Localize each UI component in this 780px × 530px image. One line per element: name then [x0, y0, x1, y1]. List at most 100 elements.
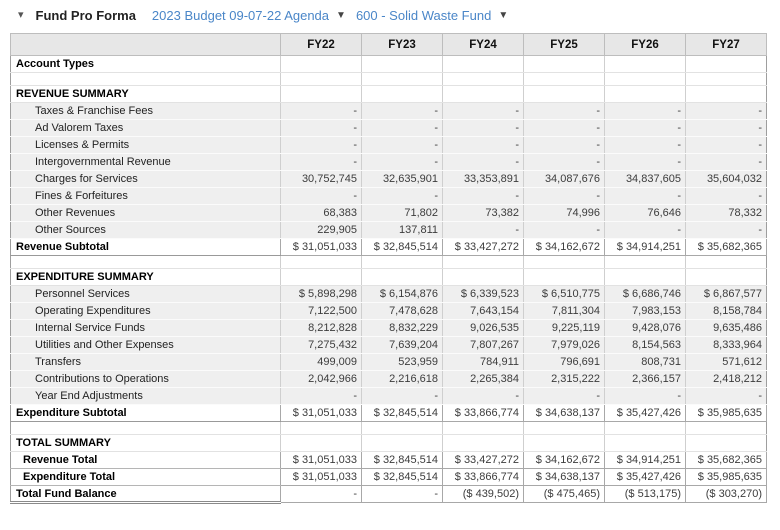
budget-version-dropdown-label: 2023 Budget 09-07-22 Agenda	[151, 8, 330, 23]
cell-fy25: -	[523, 187, 605, 205]
cell-fy23: 8,832,229	[361, 319, 443, 337]
cell-fy22: 7,122,500	[280, 302, 362, 320]
table-row: EXPENDITURE SUMMARY	[10, 268, 767, 286]
cell-fy27: -	[685, 187, 767, 205]
cell-fy26	[604, 268, 686, 286]
cell-fy27: 8,333,964	[685, 336, 767, 354]
table-row: Ad Valorem Taxes - - - - - -	[10, 119, 767, 137]
cell-fy25: ($ 475,465)	[523, 485, 605, 503]
cell-fy27	[685, 421, 767, 435]
cell-fy22: $ 31,051,033	[280, 451, 362, 469]
cell-fy26: -	[604, 136, 686, 154]
cell-fy27	[685, 255, 767, 269]
cell-fy24: -	[442, 387, 524, 405]
cell-fy24: -	[442, 119, 524, 137]
cell-fy25: -	[523, 102, 605, 120]
row-label: Contributions to Operations	[10, 370, 281, 388]
cell-fy24	[442, 421, 524, 435]
cell-fy24: -	[442, 187, 524, 205]
cell-fy22	[280, 255, 362, 269]
cell-fy25: $ 6,510,775	[523, 285, 605, 303]
cell-fy23: 2,216,618	[361, 370, 443, 388]
table-row: Licenses & Permits - - - - - -	[10, 136, 767, 154]
row-label: Expenditure Subtotal	[10, 404, 281, 422]
cell-fy26: $ 34,914,251	[604, 238, 686, 256]
cell-fy22: -	[280, 136, 362, 154]
row-label: Other Revenues	[10, 204, 281, 222]
fund-dropdown[interactable]: 600 - Solid Waste Fund ▼	[356, 8, 508, 23]
budget-version-dropdown[interactable]: 2023 Budget 09-07-22 Agenda ▼	[152, 8, 346, 23]
cell-fy23: -	[361, 119, 443, 137]
col-header-fy26: FY26	[604, 33, 686, 56]
row-label: Taxes & Franchise Fees	[10, 102, 281, 120]
cell-fy27: 8,158,784	[685, 302, 767, 320]
cell-fy26: -	[604, 102, 686, 120]
cell-fy24	[442, 72, 524, 86]
cell-fy27: $ 6,867,577	[685, 285, 767, 303]
row-label: REVENUE SUMMARY	[10, 85, 281, 103]
table-row	[10, 255, 767, 269]
table-row	[10, 72, 767, 86]
cell-fy27: -	[685, 387, 767, 405]
cell-fy23: -	[361, 102, 443, 120]
pro-forma-table-wrap: FY22 FY23 FY24 FY25 FY26 FY27 Account Types RE…	[0, 31, 780, 504]
cell-fy24	[442, 434, 524, 452]
table-row	[10, 421, 767, 435]
fund-dropdown-label: 600 - Solid Waste Fund	[355, 8, 492, 23]
cell-fy24	[442, 85, 524, 103]
cell-fy26: $ 6,686,746	[604, 285, 686, 303]
table-row: Contributions to Operations 2,042,966 2,21…	[10, 370, 767, 388]
cell-fy22: $ 31,051,033	[280, 468, 362, 486]
cell-fy24	[442, 255, 524, 269]
table-row: Taxes & Franchise Fees - - - - - -	[10, 102, 767, 120]
row-label: Transfers	[10, 353, 281, 371]
cell-fy23: -	[361, 136, 443, 154]
cell-fy24: -	[442, 153, 524, 171]
toolbar: ▾ Fund Pro Forma 2023 Budget 09-07-22 Ag…	[0, 0, 780, 31]
cell-fy22: -	[280, 387, 362, 405]
cell-fy22	[280, 72, 362, 86]
cell-fy22: $ 31,051,033	[280, 238, 362, 256]
cell-fy23: 137,811	[361, 221, 443, 239]
row-label: EXPENDITURE SUMMARY	[10, 268, 281, 286]
cell-fy23	[361, 72, 443, 86]
cell-fy26: 9,428,076	[604, 319, 686, 337]
cell-fy25: 7,979,026	[523, 336, 605, 354]
cell-fy27: 2,418,212	[685, 370, 767, 388]
cell-fy27	[685, 72, 767, 86]
cell-fy26	[604, 72, 686, 86]
collapse-caret-icon[interactable]: ▾	[18, 10, 24, 21]
cell-fy22	[280, 434, 362, 452]
cell-fy22: 30,752,745	[280, 170, 362, 188]
cell-fy24: 9,026,535	[442, 319, 524, 337]
cell-fy24: ($ 439,502)	[442, 485, 524, 503]
cell-fy25: $ 34,162,672	[523, 451, 605, 469]
cell-fy22: 8,212,828	[280, 319, 362, 337]
cell-fy27	[685, 55, 767, 73]
cell-fy25: 2,315,222	[523, 370, 605, 388]
cell-fy26: 7,983,153	[604, 302, 686, 320]
cell-fy23: -	[361, 485, 443, 503]
cell-fy24: -	[442, 102, 524, 120]
cell-fy25: 796,691	[523, 353, 605, 371]
cell-fy22	[280, 268, 362, 286]
table-row: Intergovernmental Revenue - - - - - -	[10, 153, 767, 171]
cell-fy26: -	[604, 119, 686, 137]
row-label: Licenses & Permits	[10, 136, 281, 154]
cell-fy25	[523, 55, 605, 73]
cell-fy22: 229,905	[280, 221, 362, 239]
cell-fy27: $ 35,985,635	[685, 468, 767, 486]
cell-fy23	[361, 85, 443, 103]
table-row: Charges for Services 30,752,745 32,635,901…	[10, 170, 767, 188]
table-row: Other Sources 229,905 137,811- - - -	[10, 221, 767, 239]
cell-fy27: -	[685, 153, 767, 171]
cell-fy24: $ 33,866,774	[442, 468, 524, 486]
cell-fy22: 2,042,966	[280, 370, 362, 388]
cell-fy22: 499,009	[280, 353, 362, 371]
table-row: Expenditure Total $ 31,051,033 $ 32,845,51…	[10, 468, 767, 486]
row-label: TOTAL SUMMARY	[10, 434, 281, 452]
row-label: Fines & Forfeitures	[10, 187, 281, 205]
cell-fy26	[604, 421, 686, 435]
cell-fy23	[361, 55, 443, 73]
cell-fy25	[523, 268, 605, 286]
